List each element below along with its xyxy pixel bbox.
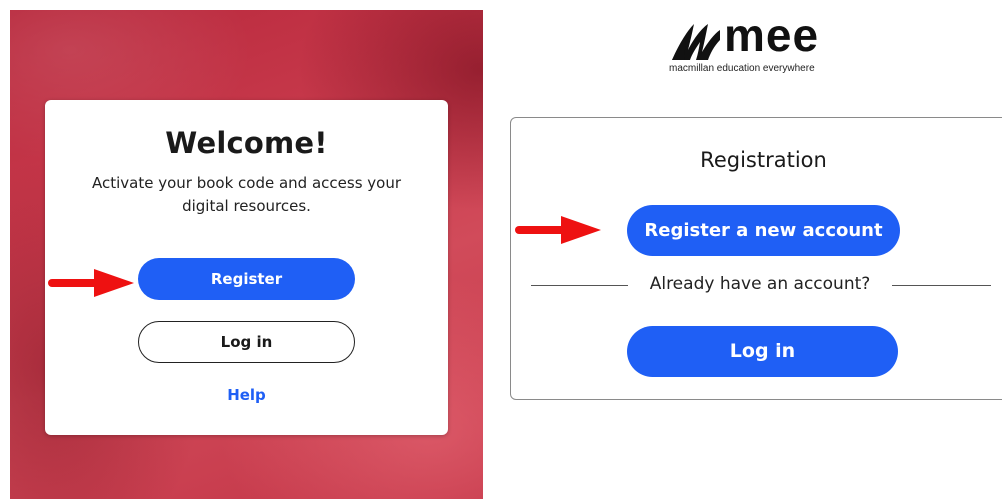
- register-new-account-button[interactable]: Register a new account: [627, 205, 900, 256]
- help-link[interactable]: Help: [45, 386, 448, 404]
- welcome-title: Welcome!: [165, 126, 328, 160]
- registration-card: Registration Register a new account Alre…: [510, 117, 1002, 400]
- login-button[interactable]: Log in: [138, 321, 355, 363]
- welcome-description: Activate your book code and access your …: [91, 174, 402, 215]
- divider-line-right: [892, 285, 991, 286]
- mee-wordmark: mee: [724, 9, 820, 61]
- already-have-account-text: Already have an account?: [649, 274, 871, 294]
- mee-logo-mark-icon: [672, 24, 720, 60]
- registration-title: Registration: [700, 148, 827, 172]
- divider-line-left: [531, 285, 628, 286]
- red-arrow-icon: [515, 216, 601, 244]
- red-arrow-icon: [48, 269, 134, 297]
- account-divider: Already have an account?: [531, 274, 991, 298]
- background-image-panel: Welcome! Activate your book code and acc…: [10, 10, 483, 499]
- login-button[interactable]: Log in: [627, 326, 898, 377]
- register-button[interactable]: Register: [138, 258, 355, 300]
- mee-tagline: macmillan education everywhere: [669, 63, 815, 74]
- mee-logo: mee macmillan education everywhere: [668, 9, 868, 76]
